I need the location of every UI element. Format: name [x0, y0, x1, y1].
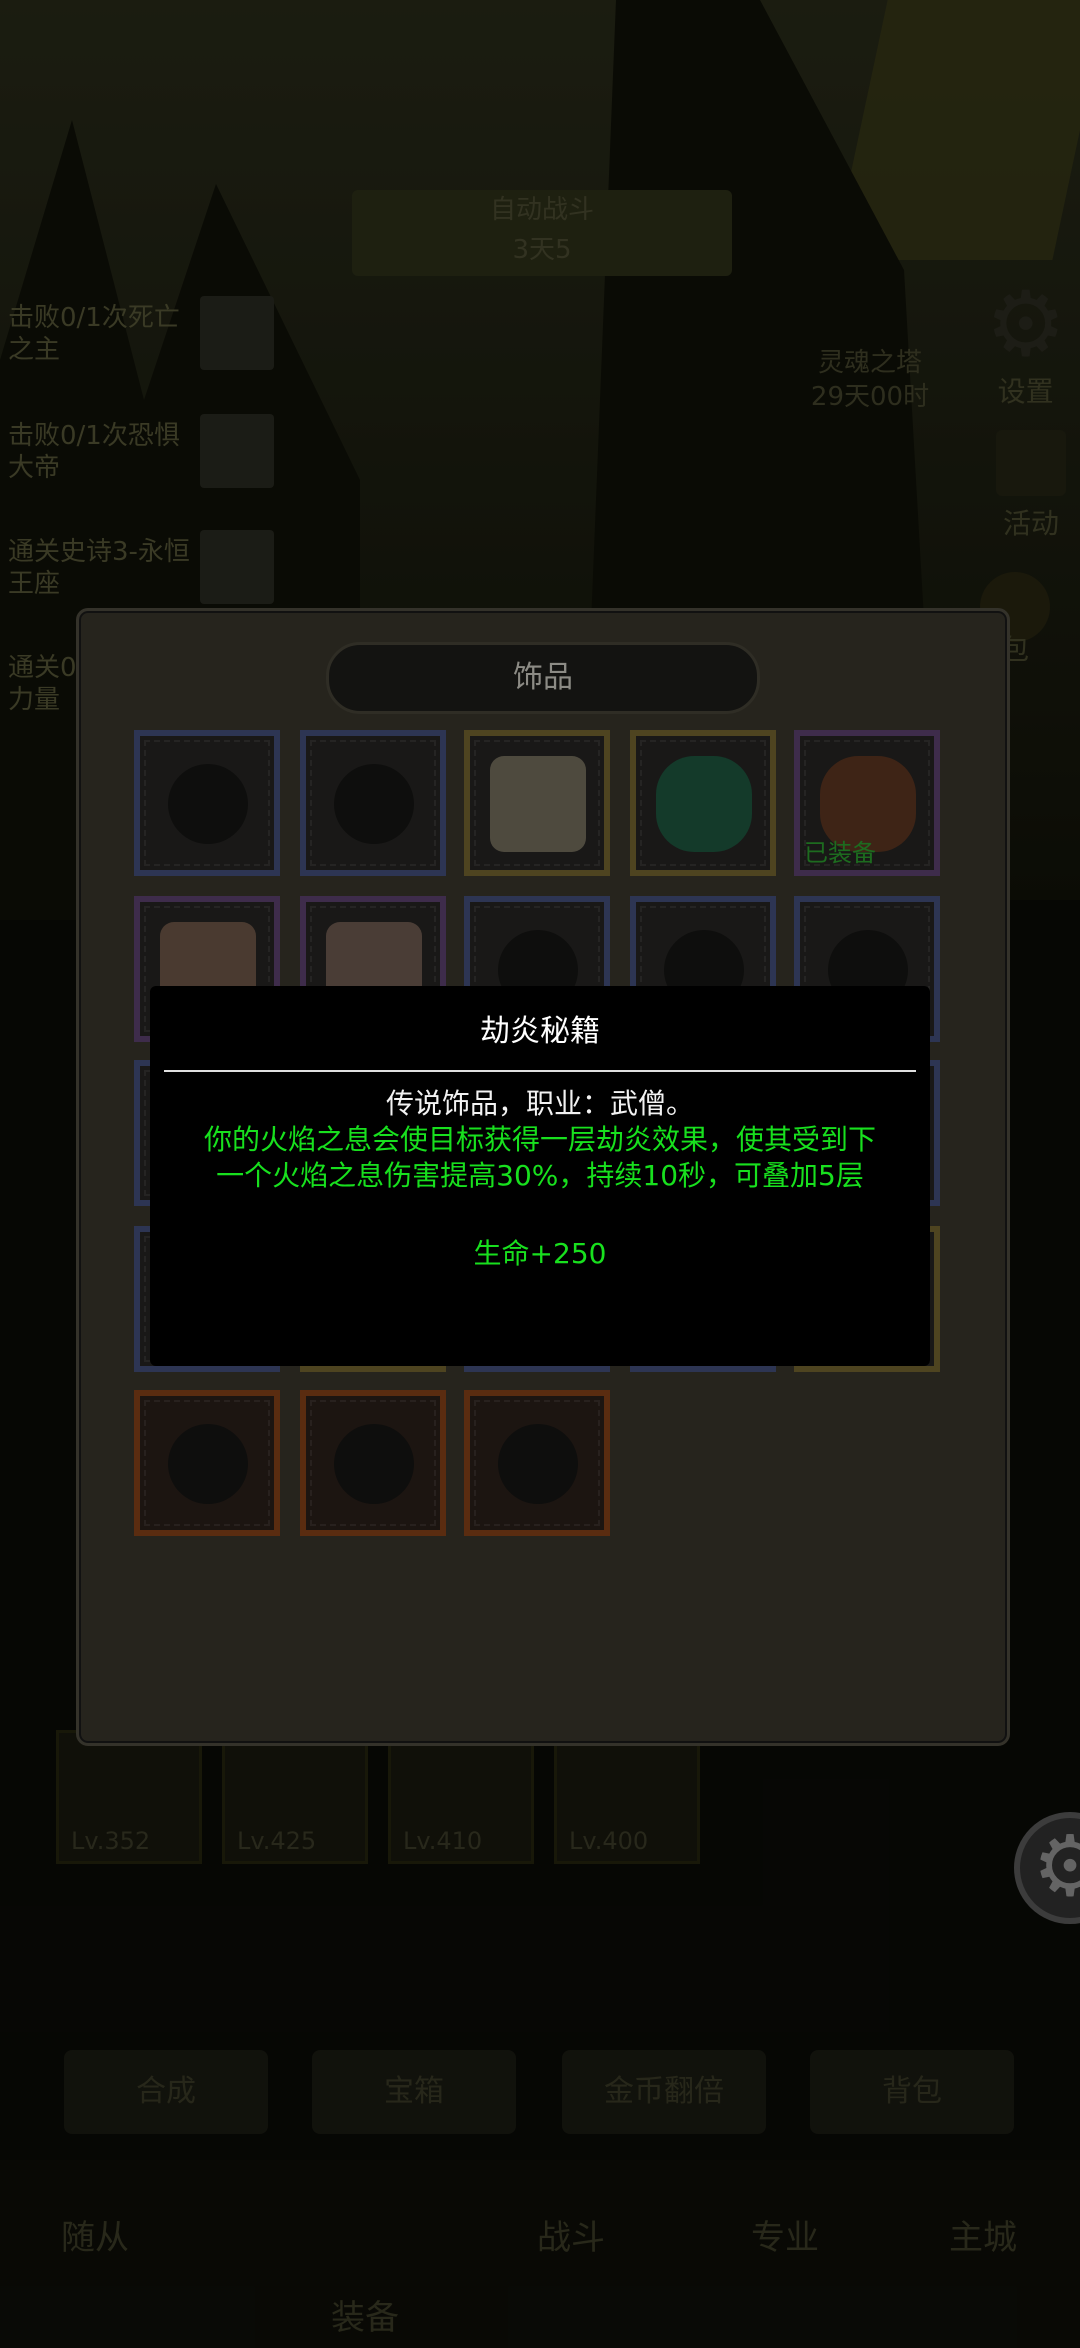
empty-slot-icon	[168, 1424, 248, 1504]
equipped-label: 已装备	[804, 839, 876, 867]
item-tooltip: 劫炎秘籍 传说饰品，职业：武僧。 你的火焰之息会使目标获得一层劫炎效果，使其受到…	[150, 986, 930, 1366]
accessory-slot[interactable]	[134, 730, 280, 876]
accessory-slot[interactable]	[300, 1390, 446, 1536]
empty-slot-icon	[168, 764, 248, 844]
item-description: 你的火焰之息会使目标获得一层劫炎效果，使其受到下一个火焰之息伤害提高30%，持续…	[203, 1123, 876, 1192]
accessory-slot[interactable]	[464, 1390, 610, 1536]
item-subtitle: 传说饰品，职业：武僧。	[385, 1087, 694, 1120]
tooltip-divider	[164, 1070, 916, 1072]
empty-slot-icon	[498, 1424, 578, 1504]
accessory-slot[interactable]	[134, 1390, 280, 1536]
item-name: 劫炎秘籍	[480, 1014, 600, 1049]
green-fist-item-icon	[656, 756, 752, 852]
item-stat: 生命+250	[473, 1237, 607, 1270]
panel-title: 饰品	[326, 642, 760, 714]
leather-glove-item-icon	[820, 756, 916, 852]
empty-slot-icon	[334, 764, 414, 844]
accessory-slot[interactable]	[464, 730, 610, 876]
scroll-item-icon	[490, 756, 586, 852]
accessory-slot[interactable]: 已装备	[794, 730, 940, 876]
accessory-slot[interactable]	[300, 730, 446, 876]
accessory-slot[interactable]	[630, 730, 776, 876]
empty-slot-icon	[334, 1424, 414, 1504]
